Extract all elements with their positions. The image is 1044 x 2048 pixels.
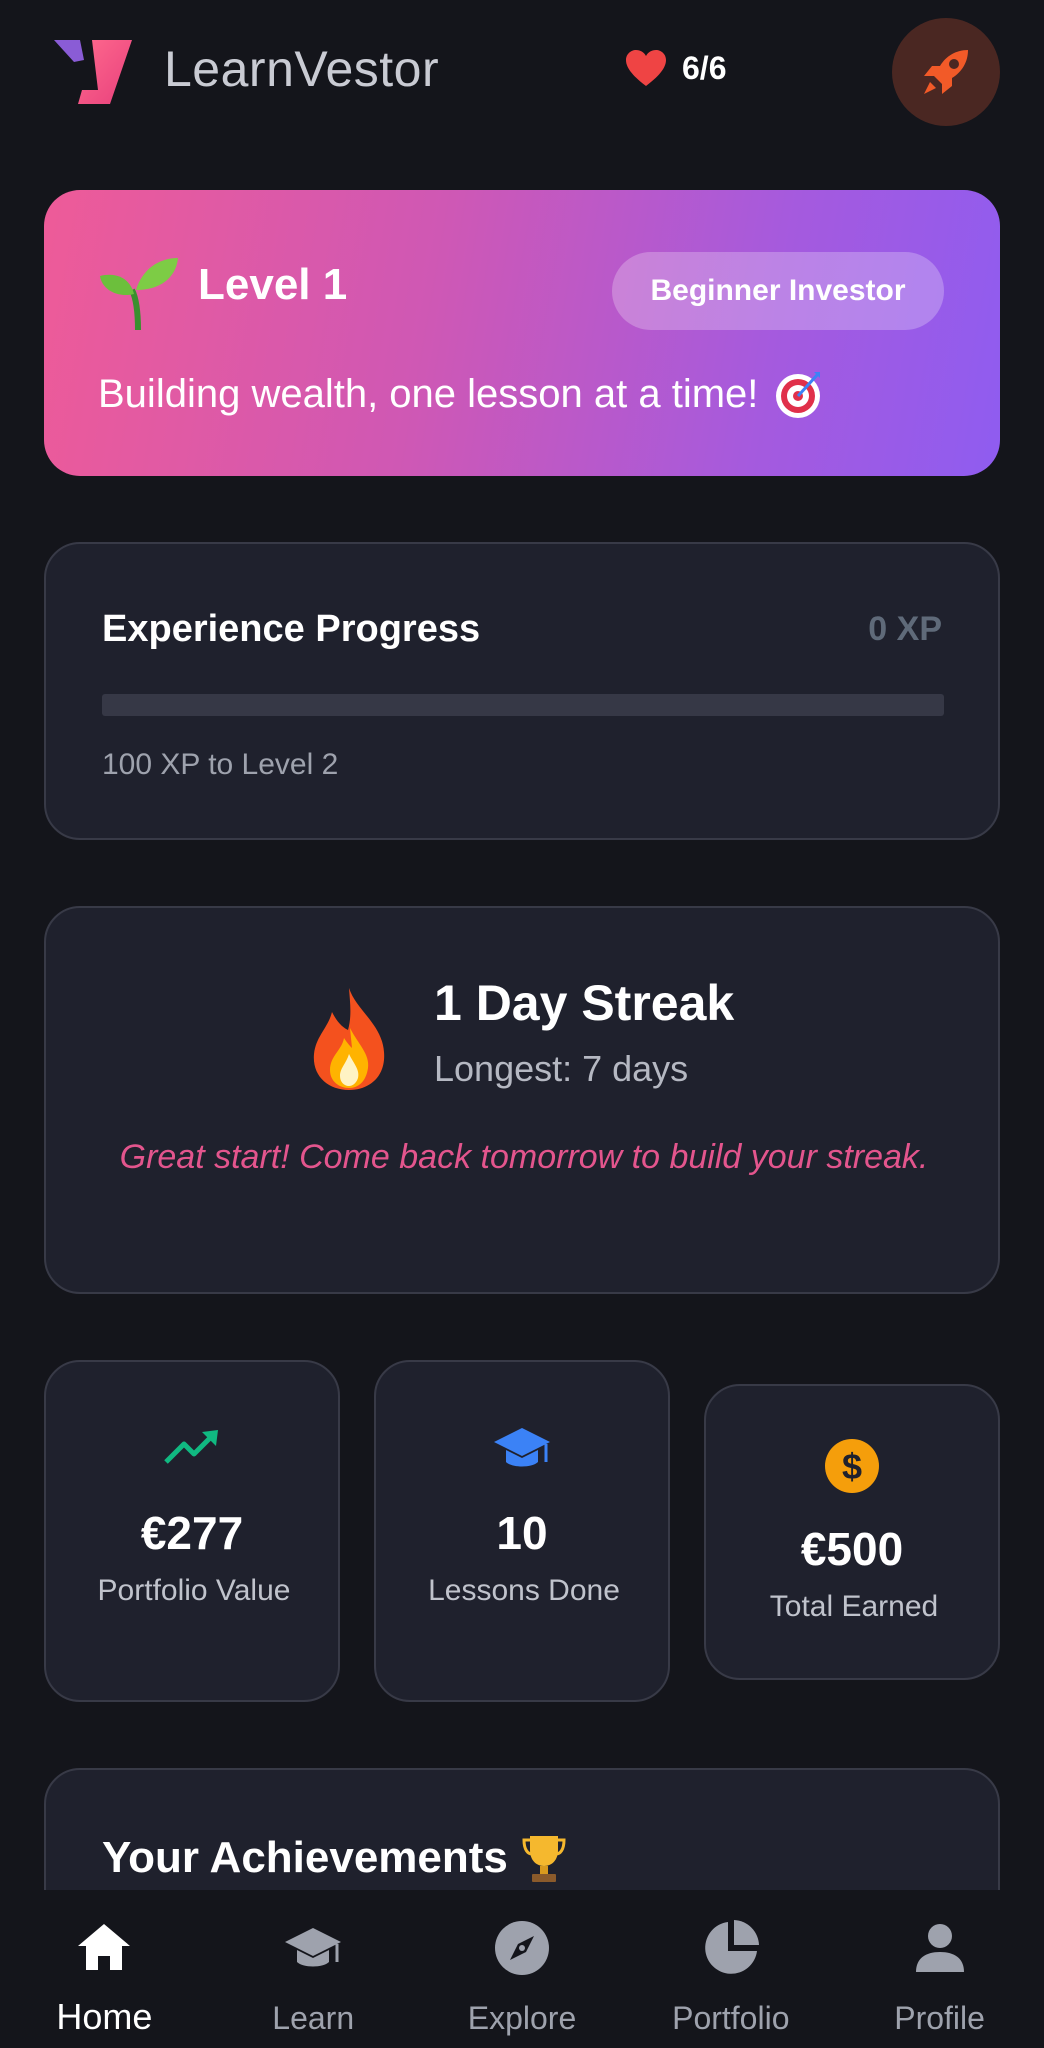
- level-badge: Beginner Investor: [612, 252, 944, 330]
- rocket-button[interactable]: [892, 18, 1000, 126]
- nav-label: Home: [56, 1996, 153, 2037]
- stat-card-total-earned[interactable]: $ €500 Total Earned: [704, 1384, 1000, 1680]
- streak-card: 1 Day Streak Longest: 7 days Great start…: [44, 906, 1000, 1294]
- rocket-icon: [924, 50, 968, 94]
- achievements-title: Your Achievements: [102, 1832, 566, 1884]
- level-banner: Level 1 Beginner Investor Building wealt…: [44, 190, 1000, 476]
- nav-icon-wrap: [0, 1918, 209, 1978]
- nav-label: Learn: [272, 2000, 355, 2036]
- stat-value: €277: [140, 1507, 244, 1559]
- pie-chart-icon: [704, 1920, 759, 1974]
- nav-icon-wrap: [418, 1918, 627, 1978]
- xp-progress-bar: [102, 694, 944, 716]
- fire-emoji: [313, 988, 385, 1090]
- svg-text:$: $: [842, 1446, 862, 1487]
- stat-card-portfolio-value[interactable]: €277 Portfolio Value: [44, 1360, 340, 1702]
- level-tagline-text: Building wealth, one lesson at a time!: [98, 371, 759, 416]
- lives-count: 6/6: [682, 49, 727, 86]
- streak-title: 1 Day Streak: [434, 975, 735, 1031]
- trophy-emoji: [522, 1836, 566, 1882]
- app-title: LearnVestor: [164, 41, 440, 97]
- experience-progress-card: Experience Progress 0 XP 100 XP to Level…: [44, 542, 1000, 840]
- nav-item-profile[interactable]: Profile: [835, 1890, 1044, 2048]
- xp-title: Experience Progress: [102, 608, 481, 650]
- xp-value: 0 XP: [868, 610, 942, 648]
- nav-icon-wrap: [626, 1918, 835, 1978]
- stat-icon-wrap: [376, 1418, 668, 1478]
- streak-message: Great start! Come back tomorrow to build…: [119, 1138, 929, 1176]
- level-tagline: Building wealth, one lesson at a time!: [98, 368, 824, 420]
- nav-icon-wrap: [209, 1918, 418, 1978]
- stat-label: Portfolio Value: [97, 1574, 291, 1607]
- nav-item-home[interactable]: Home: [0, 1890, 209, 2048]
- nav-icon-wrap: [835, 1918, 1044, 1978]
- dollar-coin-icon: $: [825, 1439, 879, 1493]
- heart-icon: [626, 50, 666, 86]
- level-title: Level 1: [198, 260, 348, 309]
- nav-item-portfolio[interactable]: Portfolio: [626, 1890, 835, 2048]
- sprout-emoji: [100, 258, 178, 331]
- home-icon: [78, 1924, 131, 1970]
- stat-value: €500: [800, 1523, 904, 1575]
- graduation-cap-icon: [494, 1428, 550, 1467]
- home-screen: LearnVestor 6/6 Level 1 Beginner Investo…: [0, 0, 1044, 2048]
- xp-subtitle: 100 XP to Level 2: [102, 748, 339, 781]
- nav-item-explore[interactable]: Explore: [418, 1890, 627, 2048]
- nav-label: Explore: [467, 2000, 577, 2036]
- achievements-title-text: Your Achievements: [102, 1833, 508, 1882]
- graduation-cap-icon: [285, 1928, 342, 1967]
- nav-item-learn[interactable]: Learn: [209, 1890, 418, 2048]
- lives-indicator: 6/6: [624, 48, 726, 88]
- target-emoji: [776, 372, 821, 418]
- stat-icon-wrap: $: [706, 1436, 998, 1496]
- learnvestor-logo-icon: [54, 40, 132, 104]
- stat-card-lessons-done[interactable]: 10 Lessons Done: [374, 1360, 670, 1702]
- streak-longest: Longest: 7 days: [434, 1048, 689, 1089]
- compass-icon: [494, 1921, 549, 1975]
- nav-label: Portfolio: [672, 2000, 790, 2036]
- stat-label: Lessons Done: [428, 1574, 620, 1607]
- trending-up-icon: [164, 1430, 218, 1464]
- bottom-navigation: Home Learn Explore Portfolio Profile: [0, 1890, 1044, 2048]
- stat-label: Total Earned: [769, 1590, 939, 1623]
- stat-value: 10: [496, 1507, 548, 1559]
- nav-label: Profile: [894, 2000, 985, 2036]
- stat-icon-wrap: [46, 1418, 338, 1478]
- person-icon: [915, 1924, 964, 1972]
- app-header: LearnVestor 6/6: [0, 0, 1044, 142]
